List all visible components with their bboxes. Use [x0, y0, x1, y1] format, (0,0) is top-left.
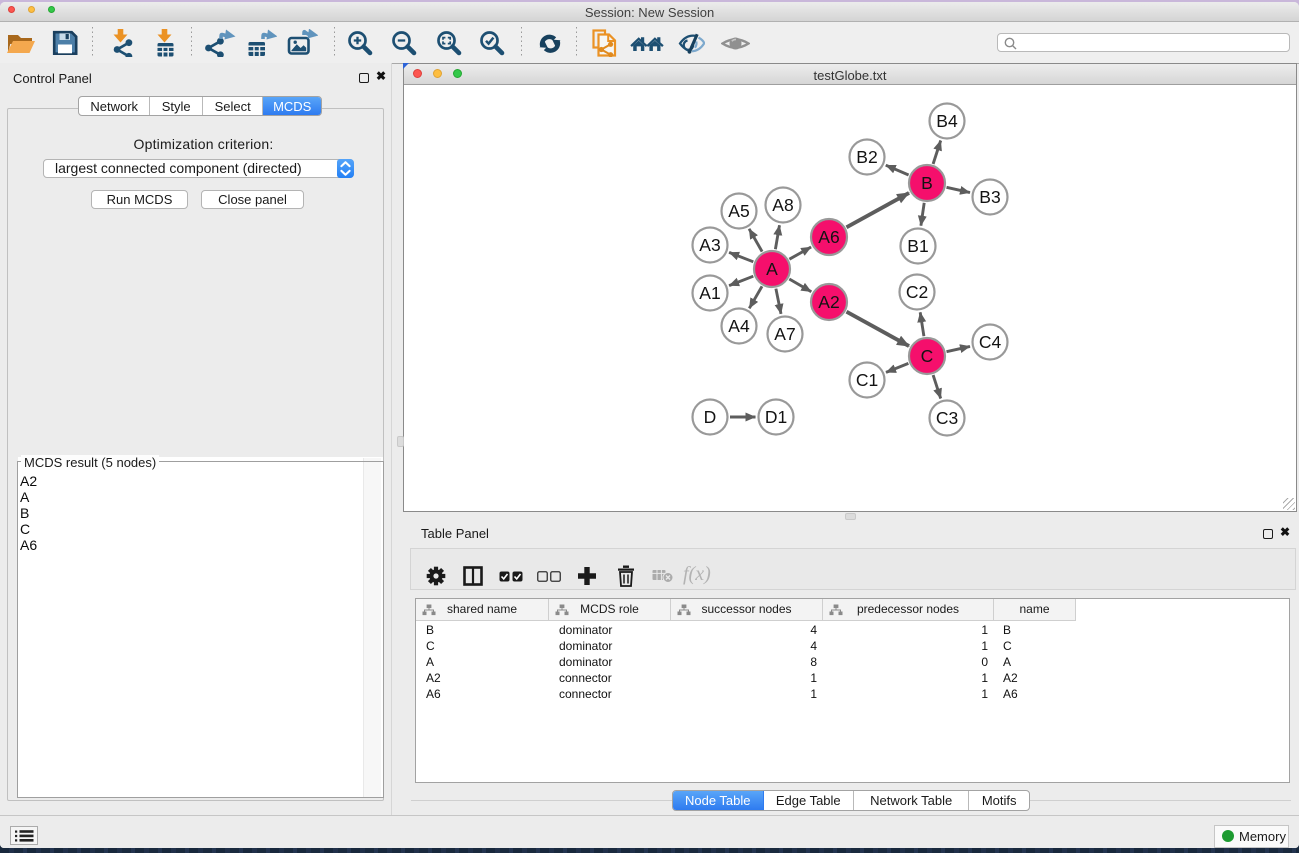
- svg-text:C1: C1: [856, 370, 878, 390]
- svg-text:B4: B4: [936, 111, 958, 131]
- svg-text:D: D: [704, 407, 717, 427]
- svg-text:C3: C3: [936, 408, 958, 428]
- svg-text:B: B: [921, 173, 933, 193]
- svg-text:A8: A8: [772, 195, 793, 215]
- svg-text:C2: C2: [906, 282, 928, 302]
- svg-text:A3: A3: [699, 235, 720, 255]
- svg-text:A: A: [766, 259, 778, 279]
- svg-text:B3: B3: [979, 187, 1000, 207]
- svg-text:A6: A6: [818, 227, 839, 247]
- svg-text:C: C: [921, 346, 934, 366]
- svg-text:B2: B2: [856, 147, 877, 167]
- svg-text:D1: D1: [765, 407, 787, 427]
- svg-text:A4: A4: [728, 316, 750, 336]
- svg-text:B1: B1: [907, 236, 928, 256]
- svg-text:A1: A1: [699, 283, 720, 303]
- svg-text:A7: A7: [774, 324, 795, 344]
- svg-text:C4: C4: [979, 332, 1002, 352]
- svg-text:A5: A5: [728, 201, 749, 221]
- svg-text:A2: A2: [818, 292, 839, 312]
